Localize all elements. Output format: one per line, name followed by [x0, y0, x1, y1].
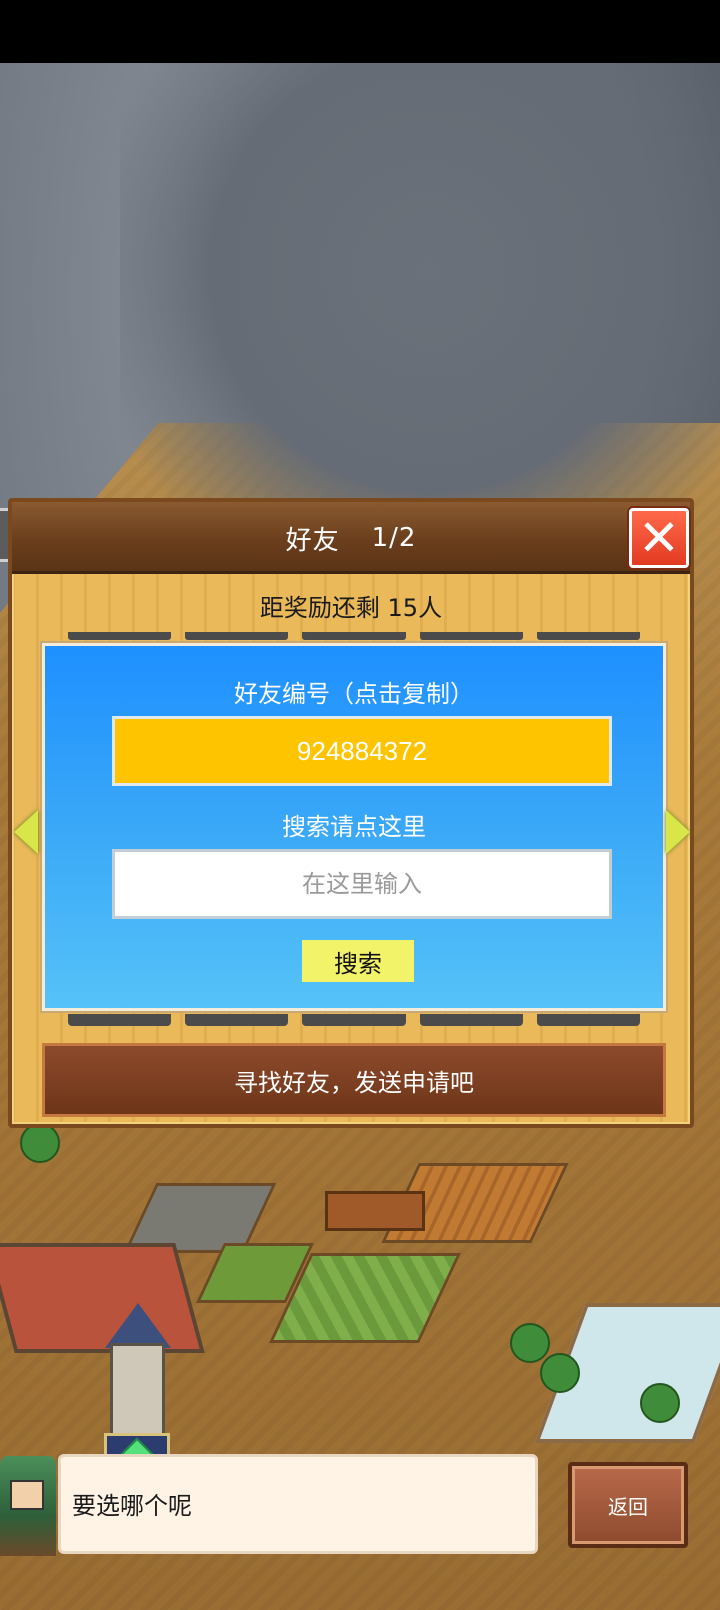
advisor-face	[10, 1480, 44, 1510]
arrow-left-icon[interactable]	[14, 810, 38, 854]
search-input[interactable]	[112, 849, 612, 919]
advisor-message: 要选哪个呢	[72, 1492, 192, 1520]
tower-roof	[105, 1303, 171, 1348]
arrow-right-icon[interactable]	[666, 810, 690, 854]
friend-code-panel: 好友编号（点击复制） 924884372 搜索请点这里 搜索	[42, 643, 666, 1011]
friend-code-label: 好友编号（点击复制）	[234, 680, 474, 708]
back-button[interactable]: 返回	[568, 1462, 688, 1548]
tree	[20, 1123, 60, 1163]
market-building[interactable]	[0, 1243, 205, 1353]
panel-bottom-strip	[42, 1014, 666, 1026]
panel-top-strip	[42, 632, 666, 640]
tree	[540, 1353, 580, 1393]
search-button[interactable]: 搜索	[302, 940, 414, 982]
dialog-title-text: 好友	[285, 525, 340, 556]
dialog-title: 好友 1/2	[12, 502, 690, 574]
status-bar	[0, 0, 720, 63]
page-indicator: 1/2	[371, 523, 417, 553]
search-label: 搜索请点这里	[282, 813, 426, 841]
friend-code-copy-button[interactable]: 924884372	[112, 716, 612, 786]
tree	[640, 1383, 680, 1423]
tree	[510, 1323, 550, 1363]
close-button[interactable]: ✕	[629, 508, 689, 568]
find-friends-banner[interactable]: 寻找好友，发送申请吧	[42, 1043, 666, 1117]
tomato-stall[interactable]	[325, 1191, 425, 1231]
friends-dialog: 好友 1/2 ✕ 距奖励还剩 15人 好友编号（点击复制） 924884372 …	[8, 498, 694, 1128]
close-x-icon: ✕	[638, 509, 680, 567]
reward-progress-text: 距奖励还剩 15人	[259, 594, 443, 622]
